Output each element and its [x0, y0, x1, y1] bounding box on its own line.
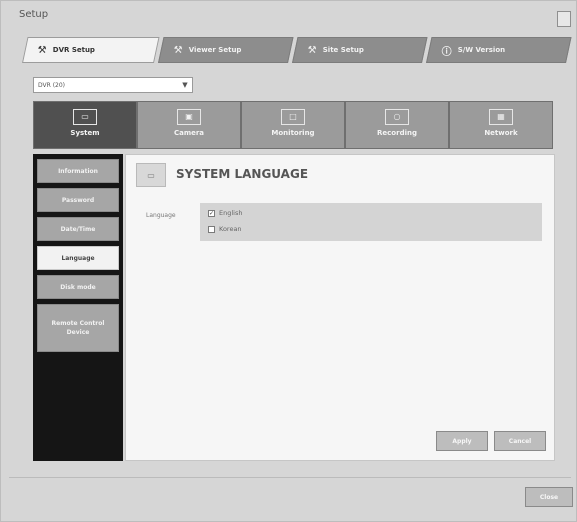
- model-select[interactable]: DVR (20) ▼: [33, 77, 193, 93]
- category-system[interactable]: ▭ System: [33, 101, 137, 149]
- tab-dvr-setup[interactable]: ⚒ DVR Setup: [22, 37, 160, 63]
- tab-sw-version[interactable]: ⓘ S/W Version: [426, 37, 572, 63]
- main-panel: ▭ SYSTEM LANGUAGE Language ✓ English Kor…: [125, 154, 555, 461]
- top-tab-bar: ⚒ DVR Setup ⚒ Viewer Setup ⚒ Site Setup …: [22, 37, 572, 63]
- tools-icon: ⚒: [173, 44, 183, 56]
- network-icon: ▦: [489, 109, 513, 125]
- chevron-down-icon[interactable]: ▼: [180, 80, 190, 90]
- close-button[interactable]: Close: [525, 487, 573, 507]
- page-title: SYSTEM LANGUAGE: [176, 167, 309, 181]
- category-network[interactable]: ▦ Network: [449, 101, 553, 149]
- monitor-icon: ▭: [73, 109, 97, 125]
- window-close-button[interactable]: [557, 11, 571, 27]
- language-option-label: Korean: [219, 225, 242, 233]
- sidebar-nav: Information Password Date/Time Language …: [33, 154, 123, 461]
- tab-site-setup[interactable]: ⚒ Site Setup: [292, 37, 428, 63]
- english-checkbox[interactable]: ✓: [208, 209, 215, 217]
- tab-viewer-setup[interactable]: ⚒ Viewer Setup: [158, 37, 294, 63]
- setup-window: Setup ⚒ DVR Setup ⚒ Viewer Setup ⚒ Site …: [0, 0, 577, 522]
- info-icon: ⓘ: [441, 46, 452, 58]
- category-label: Camera: [173, 129, 205, 137]
- sidebar-item-disk-mode[interactable]: Disk mode: [37, 275, 119, 299]
- language-option-english[interactable]: ✓ English: [208, 209, 242, 217]
- camera-icon: ▣: [177, 109, 201, 125]
- screen-icon: □: [281, 109, 305, 125]
- sidebar-item-password[interactable]: Password: [37, 188, 119, 212]
- tools-icon: ⚒: [37, 44, 47, 56]
- sidebar-item-date-time[interactable]: Date/Time: [37, 217, 119, 241]
- category-monitoring[interactable]: □ Monitoring: [241, 101, 345, 149]
- korean-checkbox[interactable]: [208, 225, 215, 233]
- sidebar-item-remote-control-device[interactable]: Remote Control Device: [37, 304, 119, 352]
- category-camera[interactable]: ▣ Camera: [137, 101, 241, 149]
- bottom-bar: [9, 477, 571, 510]
- language-icon: ▭: [136, 163, 166, 187]
- model-select-value: DVR (20): [38, 81, 66, 89]
- sidebar-item-language[interactable]: Language: [37, 246, 119, 270]
- tab-label: S/W Version: [457, 46, 506, 54]
- category-label: System: [70, 129, 100, 137]
- tab-label: Site Setup: [322, 46, 364, 54]
- language-label: Language: [146, 212, 176, 219]
- language-option-label: English: [219, 209, 243, 217]
- language-option-korean[interactable]: Korean: [208, 225, 242, 233]
- category-recording[interactable]: ○ Recording: [345, 101, 449, 149]
- window-title: Setup: [19, 9, 49, 20]
- apply-button[interactable]: Apply: [436, 431, 488, 451]
- cancel-button[interactable]: Cancel: [494, 431, 546, 451]
- category-label: Network: [484, 129, 518, 137]
- category-tab-bar: ▭ System ▣ Camera □ Monitoring ○ Recordi…: [33, 101, 553, 149]
- category-label: Monitoring: [271, 129, 315, 137]
- tab-label: DVR Setup: [52, 46, 95, 54]
- tools-icon: ⚒: [307, 44, 317, 56]
- language-options: ✓ English Korean: [200, 203, 542, 241]
- record-icon: ○: [385, 109, 409, 125]
- tab-label: Viewer Setup: [188, 46, 242, 54]
- sidebar-item-information[interactable]: Information: [37, 159, 119, 183]
- category-label: Recording: [377, 129, 417, 137]
